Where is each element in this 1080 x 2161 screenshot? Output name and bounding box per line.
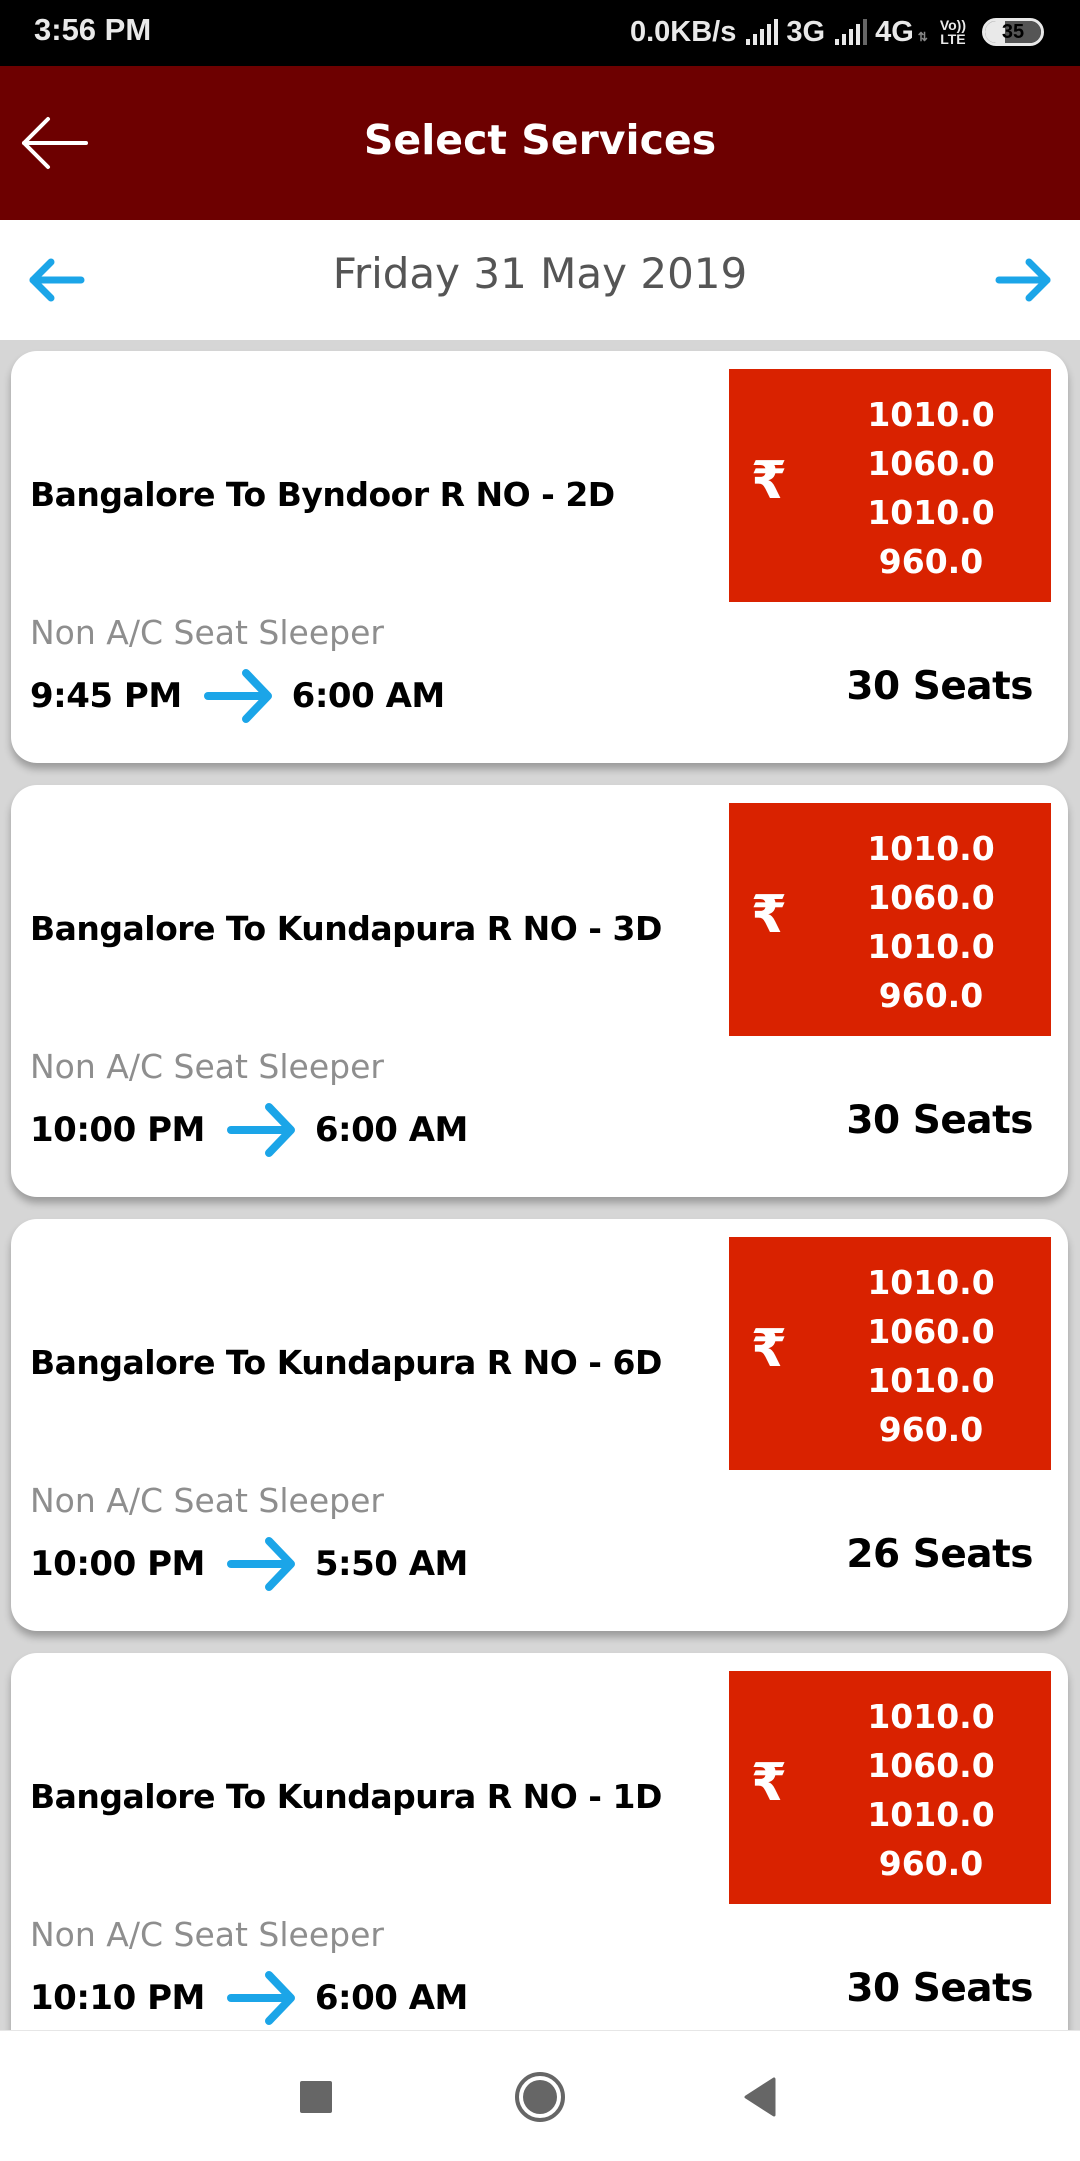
fare-value: 1010.0 bbox=[867, 927, 995, 966]
data-activity-icon: ⇅ bbox=[917, 30, 928, 44]
service-card[interactable]: Bangalore To Kundapura R NO - 3D ₹ 1010.… bbox=[11, 785, 1068, 1197]
signal-icon bbox=[835, 19, 868, 45]
rupee-icon: ₹ bbox=[750, 451, 788, 511]
departure-time: 10:00 PM bbox=[30, 1110, 205, 1150]
rupee-icon: ₹ bbox=[750, 1319, 788, 1379]
battery-level: 35 bbox=[1001, 20, 1025, 43]
network-type-2: 4G bbox=[875, 15, 914, 48]
bus-type: Non A/C Seat Sleeper bbox=[30, 1047, 384, 1086]
arrow-right-icon bbox=[225, 1102, 297, 1158]
arrow-right-icon bbox=[225, 1536, 297, 1592]
fare-value: 1010.0 bbox=[867, 1263, 995, 1302]
arrow-right-icon bbox=[225, 1970, 297, 2026]
next-date-button[interactable] bbox=[992, 252, 1056, 308]
fare-value: 1010.0 bbox=[867, 395, 995, 434]
signal-icon bbox=[746, 19, 779, 45]
arrow-right-icon bbox=[995, 258, 1051, 302]
battery-icon: 35 bbox=[982, 18, 1044, 46]
available-seats: 30 Seats bbox=[846, 1966, 1033, 2011]
fare-box: ₹ 1010.0 1060.0 1010.0 960.0 bbox=[729, 1671, 1051, 1904]
arrow-right-icon bbox=[202, 668, 274, 724]
fare-list: 1010.0 1060.0 1010.0 960.0 bbox=[849, 824, 1013, 1020]
volte-bottom: LTE bbox=[940, 31, 966, 47]
bus-type: Non A/C Seat Sleeper bbox=[30, 1481, 384, 1520]
rupee-icon: ₹ bbox=[750, 1753, 788, 1813]
available-seats: 30 Seats bbox=[846, 664, 1033, 709]
home-button[interactable] bbox=[500, 2067, 580, 2127]
fare-value: 960.0 bbox=[878, 542, 984, 581]
fare-value: 1010.0 bbox=[867, 1795, 995, 1834]
service-title: Bangalore To Kundapura R NO - 3D bbox=[30, 909, 662, 948]
status-indicators: 0.0KB/s 3G 4G ⇅ Vo)) LTE 35 bbox=[630, 12, 1044, 52]
rupee-icon: ₹ bbox=[750, 885, 788, 945]
available-seats: 26 Seats bbox=[846, 1532, 1033, 1577]
fare-list: 1010.0 1060.0 1010.0 960.0 bbox=[849, 1692, 1013, 1888]
fare-value: 1060.0 bbox=[867, 1312, 995, 1351]
fare-box: ₹ 1010.0 1060.0 1010.0 960.0 bbox=[729, 803, 1051, 1036]
recents-button[interactable] bbox=[276, 2067, 356, 2127]
date-navigator: Friday 31 May 2019 bbox=[0, 220, 1080, 340]
fare-value: 1010.0 bbox=[867, 1361, 995, 1400]
fare-value: 1010.0 bbox=[867, 493, 995, 532]
volte-top: Vo)) bbox=[939, 17, 966, 33]
fare-value: 960.0 bbox=[878, 976, 984, 1015]
status-time: 3:56 PM bbox=[34, 12, 152, 47]
arrival-time: 6:00 AM bbox=[291, 676, 446, 716]
departure-time: 10:00 PM bbox=[30, 1544, 205, 1584]
bus-type: Non A/C Seat Sleeper bbox=[30, 1915, 384, 1954]
circle-icon bbox=[515, 2072, 565, 2122]
fare-value: 1060.0 bbox=[867, 878, 995, 917]
arrival-time: 5:50 AM bbox=[314, 1544, 469, 1584]
service-title: Bangalore To Kundapura R NO - 6D bbox=[30, 1343, 662, 1382]
journey-timing: 10:10 PM 6:00 AM bbox=[30, 1970, 468, 2026]
fare-box: ₹ 1010.0 1060.0 1010.0 960.0 bbox=[729, 369, 1051, 602]
fare-value: 1010.0 bbox=[867, 829, 995, 868]
service-card[interactable]: Bangalore To Byndoor R NO - 2D ₹ 1010.0 1… bbox=[11, 351, 1068, 763]
departure-time: 10:10 PM bbox=[30, 1978, 205, 2018]
arrival-time: 6:00 AM bbox=[314, 1978, 469, 2018]
system-nav-bar bbox=[0, 2030, 1080, 2161]
journey-timing: 10:00 PM 5:50 AM bbox=[30, 1536, 468, 1592]
available-seats: 30 Seats bbox=[846, 1098, 1033, 1143]
network-speed: 0.0KB/s bbox=[629, 15, 737, 48]
page-title: Select Services bbox=[363, 116, 717, 164]
journey-timing: 9:45 PM 6:00 AM bbox=[30, 668, 445, 724]
fare-list: 1010.0 1060.0 1010.0 960.0 bbox=[849, 1258, 1013, 1454]
fare-value: 960.0 bbox=[878, 1844, 984, 1883]
app-header: Select Services bbox=[0, 66, 1080, 220]
service-title: Bangalore To Kundapura R NO - 1D bbox=[30, 1777, 662, 1816]
volte-icon: Vo)) LTE bbox=[940, 18, 966, 46]
arrival-time: 6:00 AM bbox=[314, 1110, 469, 1150]
network-type-1: 3G bbox=[786, 15, 826, 48]
departure-time: 9:45 PM bbox=[30, 676, 182, 716]
fare-box: ₹ 1010.0 1060.0 1010.0 960.0 bbox=[729, 1237, 1051, 1470]
square-icon bbox=[300, 2081, 332, 2113]
service-title: Bangalore To Byndoor R NO - 2D bbox=[30, 475, 615, 514]
service-card[interactable]: Bangalore To Kundapura R NO - 1D ₹ 1010.… bbox=[11, 1653, 1068, 2030]
fare-value: 1060.0 bbox=[867, 1746, 995, 1785]
service-card[interactable]: Bangalore To Kundapura R NO - 6D ₹ 1010.… bbox=[11, 1219, 1068, 1631]
service-list[interactable]: Bangalore To Byndoor R NO - 2D ₹ 1010.0 1… bbox=[0, 340, 1080, 2030]
status-bar: 3:56 PM 0.0KB/s 3G 4G ⇅ Vo)) LTE 35 bbox=[0, 0, 1080, 66]
triangle-back-icon bbox=[744, 2077, 776, 2117]
fare-value: 960.0 bbox=[878, 1410, 984, 1449]
journey-timing: 10:00 PM 6:00 AM bbox=[30, 1102, 468, 1158]
fare-list: 1010.0 1060.0 1010.0 960.0 bbox=[849, 390, 1013, 586]
fare-value: 1060.0 bbox=[867, 444, 995, 483]
fare-value: 1010.0 bbox=[867, 1697, 995, 1736]
system-back-button[interactable] bbox=[720, 2067, 800, 2127]
bus-type: Non A/C Seat Sleeper bbox=[30, 613, 384, 652]
selected-date: Friday 31 May 2019 bbox=[332, 249, 748, 298]
